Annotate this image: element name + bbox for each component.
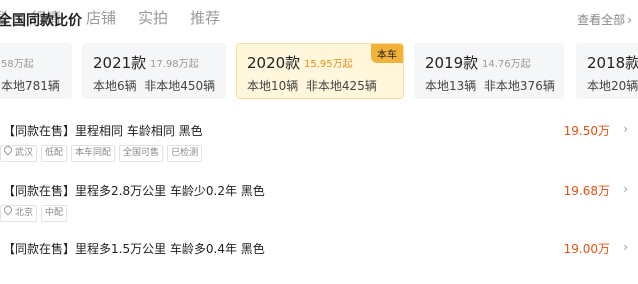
tab-recommend[interactable]: 推荐 [190,7,220,28]
chevron-right-icon: › [623,182,628,196]
card-year: 2020款 [247,54,301,72]
tab-shop[interactable]: 店铺 [86,7,116,28]
listing-tag: 中配 [41,205,68,222]
chevron-right-icon: › [623,240,628,254]
card-nonlocal-count: 非本地376辆 [483,79,555,93]
card-counts: 本地13辆 非本地376辆 [425,77,555,94]
year-card[interactable]: 58万起 本地781辆 [0,43,72,99]
card-price: 58万起 [1,59,34,70]
card-year: 2021款 [93,54,147,72]
listing-price: 19.00万 [563,242,610,256]
location-tag: 武汉 [0,144,38,162]
card-counts: 本地6辆 非本地450辆 [93,77,215,94]
chevron-right-icon: › [627,13,632,27]
listing-row[interactable]: 【同款在售】里程相同 车龄相同 黑色 19.50万 › 武汉 低配 本车同配 全国可售… [0,122,638,166]
year-card[interactable]: 2019款 14.76万起 本地13辆 非本地376辆 [414,43,564,99]
listing-price: 19.68万 [563,184,610,198]
card-year: 2019款 [425,54,479,72]
year-card-strip: 58万起 本地781辆 2021款 17.98万起 本地6辆 非本地450辆 2… [0,43,638,101]
card-local-count: 本地20辆 [587,79,638,93]
top-nav: 车型 行情 店铺 实拍 推荐 全国同款比价 查看全部› [0,0,638,36]
listing-tag: 本车同配 [71,145,116,162]
card-price: 14.76万起 [482,59,531,70]
card-nonlocal-count: 非本地450辆 [144,79,216,93]
year-card[interactable]: 2021款 17.98万起 本地6辆 非本地450辆 [82,43,226,99]
card-nonlocal-count: 本地781辆 [1,79,60,93]
location-tag: 北京 [0,204,38,222]
tab-photos[interactable]: 实拍 [138,7,168,28]
see-all-link[interactable]: 查看全部 › [577,11,632,28]
year-card-current[interactable]: 2020款 15.95万起 本车 本地10辆 非本地425辆 [236,43,404,99]
listing-tag: 已检测 [167,145,203,162]
card-nonlocal-count: 非本地425辆 [305,79,377,93]
location-label: 北京 [15,208,34,218]
card-local-count: 本地10辆 [247,79,299,93]
location-label: 武汉 [15,148,34,158]
pin-icon [2,144,14,156]
listing-title: 【同款在售】里程相同 车龄相同 黑色 [3,124,203,138]
listing-row[interactable]: 【同款在售】里程多2.8万公里 车龄少0.2年 黑色 19.68万 › 北京 中配 [0,182,638,226]
card-price: 15.95万起 [304,59,353,70]
see-all-label: 查看全部 [577,13,626,27]
listing-price: 19.50万 [563,124,610,138]
listing-tags: 武汉 低配 本车同配 全国可售 已检测 [0,144,206,162]
listing-title: 【同款在售】里程多2.8万公里 车龄少0.2年 黑色 [3,184,265,198]
card-local-count: 本地6辆 [93,79,137,93]
listing-row[interactable]: 【同款在售】里程多1.5万公里 车龄多0.4年 黑色 19.00万 › [0,240,638,284]
listing-tags: 北京 中配 [0,204,71,222]
pin-icon [2,204,14,216]
tab-price-compare[interactable]: 全国同款比价 [0,10,82,30]
card-counts: 本地10辆 非本地425辆 [247,77,377,94]
listing-tag: 低配 [41,145,68,162]
year-card[interactable]: 2018款 本地20辆 [576,43,638,99]
current-car-badge: 本车 [371,44,403,63]
listing-tag: 全国可售 [119,145,164,162]
card-year: 2018款 [587,54,638,72]
chevron-right-icon: › [623,122,628,136]
card-local-count: 本地13辆 [425,79,477,93]
listing-title: 【同款在售】里程多1.5万公里 车龄多0.4年 黑色 [3,242,265,256]
card-price: 17.98万起 [150,59,199,70]
